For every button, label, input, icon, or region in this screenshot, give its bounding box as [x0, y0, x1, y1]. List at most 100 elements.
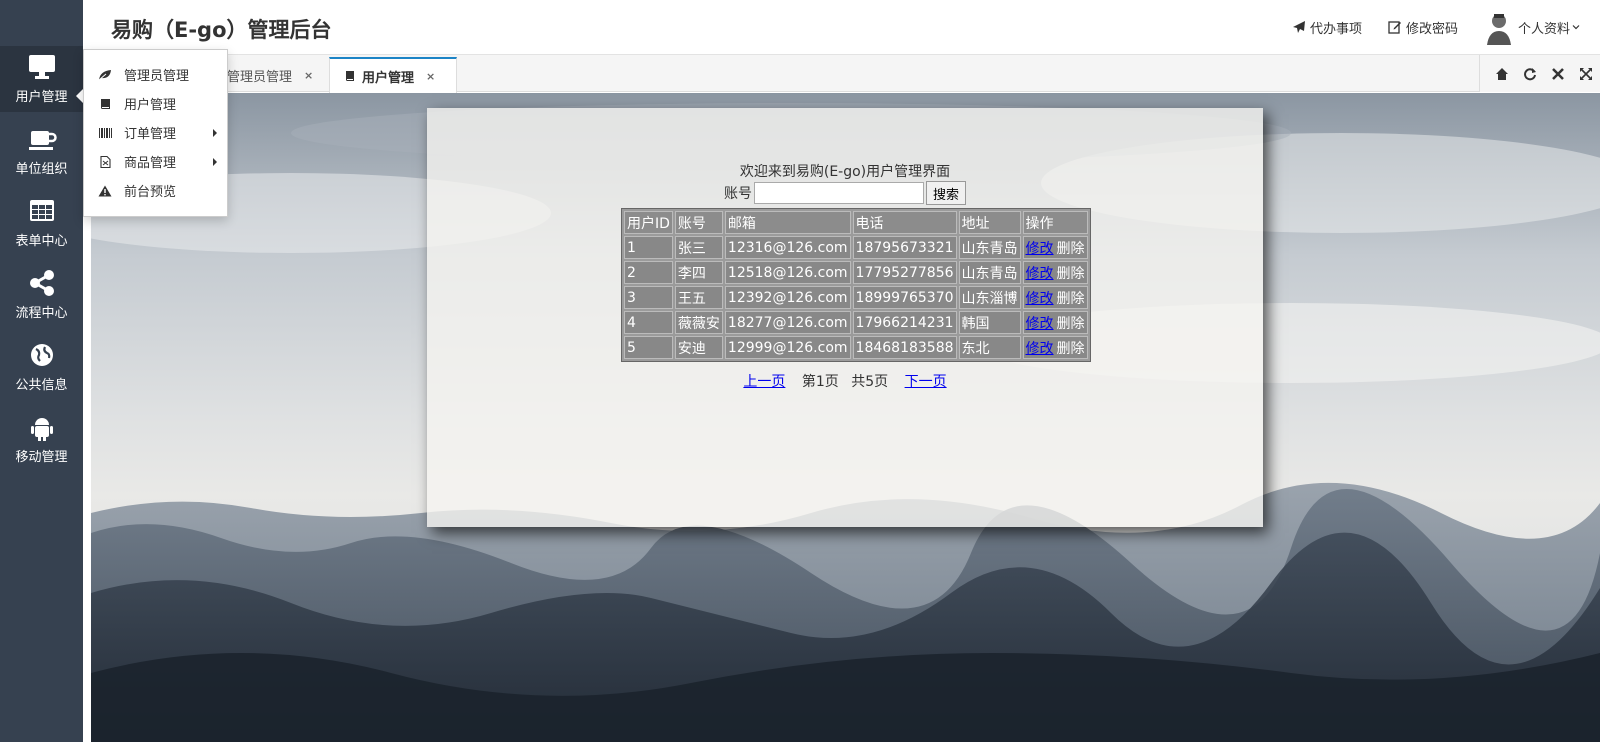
book-icon — [345, 71, 354, 81]
change-password-label: 修改密码 — [1405, 21, 1458, 37]
sidebar-item-label: 流程中心 — [15, 306, 68, 321]
table-grid-icon — [29, 200, 54, 221]
table-cell: 18795673321 — [852, 236, 957, 259]
column-header: 操作 — [1022, 211, 1088, 234]
table-cell: 安迪 — [674, 336, 723, 359]
tab-close-icon[interactable]: × — [304, 69, 313, 82]
tab-user-management[interactable]: 用户管理 × — [329, 57, 457, 93]
prev-page-link[interactable]: 上一页 — [743, 374, 785, 390]
sidebar-item-user-management[interactable]: 用户管理 — [0, 46, 83, 112]
delete-link[interactable]: 删除 — [1057, 316, 1085, 332]
share-icon — [29, 270, 54, 296]
table-cell: 山东淄博 — [958, 286, 1021, 309]
column-header: 地址 — [958, 211, 1021, 234]
home-icon — [1496, 67, 1508, 80]
globe-icon — [30, 344, 53, 366]
users-table: 用户ID 账号 邮箱 电话 地址 操作 1 张三 12316@126.com 1879… — [621, 208, 1091, 362]
edit-link[interactable]: 修改 — [1026, 341, 1054, 357]
table-row: 3 王五 12392@126.com 18999765370 山东淄博 修改 删除 — [624, 286, 1088, 309]
edit-link[interactable]: 修改 — [1026, 241, 1054, 257]
barcode-icon — [99, 127, 112, 138]
edit-link[interactable]: 修改 — [1026, 316, 1054, 332]
change-password-link[interactable]: 修改密码 — [1388, 18, 1458, 37]
search-label: 账号 — [723, 186, 752, 202]
chevron-down-icon — [1572, 25, 1580, 30]
menu-item-product-management[interactable]: 商品管理 — [84, 147, 227, 176]
delete-link[interactable]: 删除 — [1057, 241, 1085, 257]
table-cell: 李四 — [674, 261, 723, 284]
table-cell: 2 — [624, 261, 673, 284]
table-cell: 18999765370 — [852, 286, 957, 309]
sidebar-item-label: 表单中心 — [15, 234, 68, 249]
table-cell-actions: 修改 删除 — [1022, 286, 1088, 309]
table-cell: 王五 — [674, 286, 723, 309]
edit-link[interactable]: 修改 — [1026, 291, 1054, 307]
table-cell: 18468183588 — [852, 336, 957, 359]
table-row: 5 安迪 12999@126.com 18468183588 东北 修改 删除 — [624, 336, 1088, 359]
header-links: 代办事项 修改密码 个人资料 — [1266, 0, 1584, 54]
menu-item-admin-management[interactable]: 管理员管理 — [84, 60, 227, 89]
delete-link[interactable]: 删除 — [1057, 341, 1085, 357]
menu-item-label: 用户管理 — [124, 98, 177, 113]
table-cell: 5 — [624, 336, 673, 359]
menu-item-user-management[interactable]: 用户管理 — [84, 89, 227, 118]
user-management-dropdown: 管理员管理 用户管理 订单管理 商品管理 前台预览 — [83, 49, 228, 217]
table-cell-actions: 修改 删除 — [1022, 261, 1088, 284]
table-cell: 张三 — [674, 236, 723, 259]
book-icon — [100, 98, 110, 109]
file-icon — [100, 155, 111, 168]
menu-item-order-management[interactable]: 订单管理 — [84, 118, 227, 147]
monitor-icon — [28, 55, 55, 79]
menu-item-label: 商品管理 — [124, 156, 177, 171]
refresh-button[interactable] — [1516, 60, 1544, 88]
tab-close-icon[interactable]: × — [426, 70, 435, 83]
submenu-caret-icon — [213, 129, 217, 137]
home-button[interactable] — [1488, 60, 1516, 88]
search-button[interactable]: 搜索 — [925, 181, 966, 205]
search-row: 账号 搜索 — [427, 181, 1263, 205]
pagination: 上一页 第1页 共5页 下一页 — [427, 371, 1263, 391]
sidebar-item-label: 用户管理 — [15, 90, 68, 105]
coffee-cup-icon — [28, 131, 57, 150]
table-cell: 12999@126.com — [724, 336, 851, 359]
column-header: 用户ID — [624, 211, 673, 234]
account-search-input[interactable] — [753, 182, 924, 204]
table-cell: 山东青岛 — [958, 236, 1021, 259]
table-cell: 4 — [624, 311, 673, 334]
column-header: 账号 — [674, 211, 723, 234]
table-cell: 12518@126.com — [724, 261, 851, 284]
next-page-link[interactable]: 下一页 — [905, 374, 947, 390]
profile-menu[interactable]: 个人资料 — [1483, 9, 1584, 45]
tab-admin-management[interactable]: 管理员管理 × — [213, 57, 327, 93]
android-icon — [30, 418, 53, 441]
table-cell: 18277@126.com — [724, 311, 851, 334]
delete-link[interactable]: 删除 — [1057, 291, 1085, 307]
fullscreen-icon — [1580, 67, 1592, 80]
sidebar-item-process-center[interactable]: 流程中心 — [0, 262, 83, 328]
sidebar-item-form-center[interactable]: 表单中心 — [0, 190, 83, 256]
table-cell-actions: 修改 删除 — [1022, 336, 1088, 359]
column-header: 电话 — [852, 211, 957, 234]
sidebar-item-public-info[interactable]: 公共信息 — [0, 334, 83, 400]
table-cell: 12316@126.com — [724, 236, 851, 259]
leaf-icon — [98, 69, 111, 80]
todo-label: 代办事项 — [1309, 21, 1362, 37]
tab-tools — [1479, 55, 1600, 92]
sidebar-item-organization[interactable]: 单位组织 — [0, 118, 83, 184]
sidebar-item-mobile-management[interactable]: 移动管理 — [0, 406, 83, 472]
table-row: 4 薇薇安 18277@126.com 17966214231 韩国 修改 删除 — [624, 311, 1088, 334]
table-row: 1 张三 12316@126.com 18795673321 山东青岛 修改 删除 — [624, 236, 1088, 259]
close-all-button[interactable] — [1544, 60, 1572, 88]
menu-item-label: 前台预览 — [124, 185, 177, 200]
edit-link[interactable]: 修改 — [1026, 266, 1054, 282]
content-area: 欢迎来到易购(E-go)用户管理界面 账号 搜索 用户ID 账号 邮箱 电话 地… — [91, 93, 1600, 742]
table-cell: 17795277856 — [852, 261, 957, 284]
todo-link[interactable]: 代办事项 — [1292, 18, 1362, 37]
welcome-text: 欢迎来到易购(E-go)用户管理界面 — [739, 164, 951, 180]
delete-link[interactable]: 删除 — [1057, 266, 1085, 282]
fullscreen-button[interactable] — [1572, 60, 1600, 88]
menu-item-label: 管理员管理 — [124, 69, 190, 84]
menu-item-frontend-preview[interactable]: 前台预览 — [84, 176, 227, 205]
edit-icon — [1388, 21, 1401, 34]
table-cell: 东北 — [958, 336, 1021, 359]
